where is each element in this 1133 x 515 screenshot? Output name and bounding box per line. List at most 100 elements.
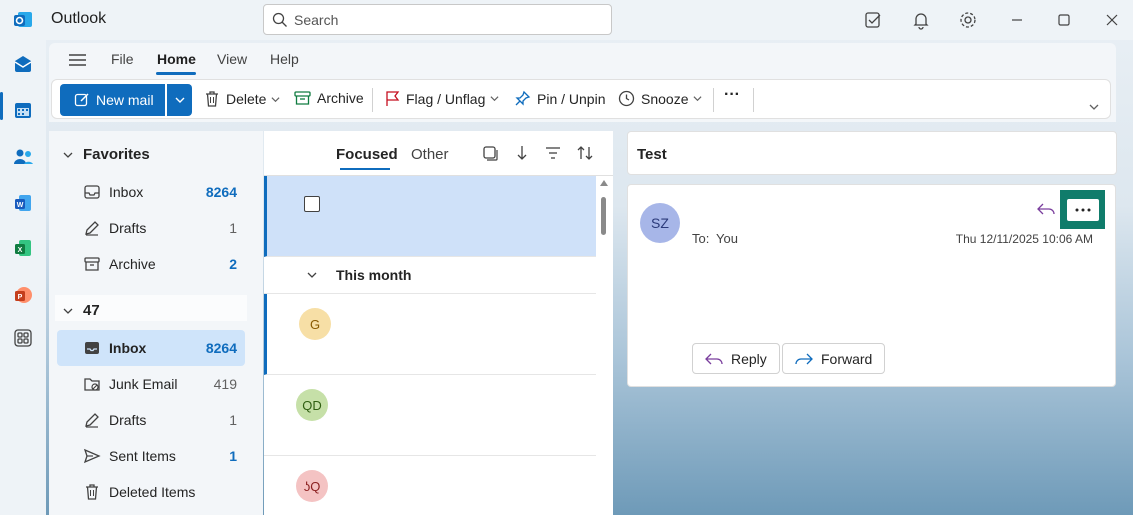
filter-icon[interactable] xyxy=(544,144,562,162)
new-mail-dropdown[interactable] xyxy=(167,84,192,116)
trash-icon xyxy=(206,91,218,107)
message-date: Thu 12/11/2025 10:06 AM xyxy=(955,232,1093,246)
message-item[interactable]: QD xyxy=(264,375,596,456)
account-inbox[interactable]: Inbox 8264 xyxy=(57,330,245,366)
menu-tab-help[interactable]: Help xyxy=(270,51,299,67)
new-mail-button[interactable]: New mail xyxy=(60,84,165,116)
message-list-header: Focused Other xyxy=(264,131,613,176)
favorites-archive[interactable]: Archive 2 xyxy=(57,246,245,282)
menu-tab-file[interactable]: File xyxy=(111,51,134,67)
powerpoint-app-icon[interactable]: P xyxy=(8,280,38,310)
search-input[interactable] xyxy=(294,11,594,28)
toolbar-divider xyxy=(372,88,373,112)
settings-gear-icon[interactable] xyxy=(957,9,979,31)
chevron-down-icon xyxy=(271,96,280,102)
folder-name: Deleted Items xyxy=(109,484,196,500)
account-junk-email[interactable]: Junk Email 419 xyxy=(57,366,245,402)
trash-icon xyxy=(86,484,98,500)
maximize-icon[interactable] xyxy=(1053,9,1075,31)
recipient[interactable]: You xyxy=(716,231,738,246)
tab-focused[interactable]: Focused xyxy=(336,146,398,163)
more-apps-icon[interactable] xyxy=(8,323,38,353)
section-header-this-month[interactable]: This month xyxy=(264,257,596,294)
item-count: 419 xyxy=(213,376,237,392)
more-horizontal-icon xyxy=(1075,208,1090,211)
unread-count: 8264 xyxy=(205,340,237,356)
expand-ribbon-chevron-icon[interactable] xyxy=(1089,102,1099,112)
subject-header: Test xyxy=(627,131,1117,175)
folder-name: Drafts xyxy=(109,220,147,236)
excel-app-icon[interactable]: X xyxy=(8,233,38,263)
unread-count: 8264 xyxy=(205,184,237,200)
search-box[interactable] xyxy=(263,4,612,35)
hamburger-menu-icon[interactable] xyxy=(69,53,86,67)
search-icon xyxy=(272,12,287,27)
jump-to-icon[interactable] xyxy=(512,144,530,162)
word-app-icon[interactable]: W xyxy=(8,188,38,218)
scroll-up-arrow-icon[interactable] xyxy=(600,180,608,186)
archive-button[interactable]: Archive xyxy=(294,90,364,106)
sender-avatar: QD xyxy=(296,389,328,421)
flag-icon xyxy=(386,91,400,106)
message-item-selected[interactable] xyxy=(264,176,596,257)
reply-arrow-icon[interactable] xyxy=(1036,201,1056,217)
item-count: 1 xyxy=(229,220,237,236)
message-checkbox[interactable] xyxy=(304,196,320,212)
folder-pane: Favorites Inbox 8264 Drafts 1 Archive 2 … xyxy=(49,131,263,515)
svg-text:X: X xyxy=(18,247,23,254)
sender-avatar[interactable]: SZ xyxy=(640,203,680,243)
favorites-label: Favorites xyxy=(83,146,150,163)
my-day-icon[interactable] xyxy=(862,9,884,31)
favorites-drafts[interactable]: Drafts 1 xyxy=(57,210,245,246)
forward-button[interactable]: Forward xyxy=(782,343,886,374)
notifications-bell-icon[interactable] xyxy=(910,9,932,31)
account-header[interactable]: 47 xyxy=(63,302,100,319)
outlook-logo-icon xyxy=(14,12,32,27)
message-item[interactable]: G xyxy=(264,294,596,375)
mail-app-icon[interactable] xyxy=(8,49,38,79)
send-icon xyxy=(83,448,101,464)
scroll-thumb[interactable] xyxy=(601,197,606,235)
account-sent-items[interactable]: Sent Items 1 xyxy=(57,438,245,474)
snooze-button[interactable]: Snooze xyxy=(618,90,708,107)
menu-tab-home[interactable]: Home xyxy=(157,51,196,67)
archive-label: Archive xyxy=(317,90,364,106)
reply-button[interactable]: Reply xyxy=(692,343,780,374)
account-drafts[interactable]: Drafts 1 xyxy=(57,402,245,438)
folder-name: Archive xyxy=(109,256,156,272)
delete-button[interactable]: Delete xyxy=(204,90,286,108)
ribbon: File Home View Help New mail Delete Arch… xyxy=(49,43,1116,122)
archive-icon xyxy=(294,91,311,105)
sort-icon[interactable] xyxy=(576,144,594,162)
chevron-down-icon xyxy=(693,96,702,102)
favorites-inbox[interactable]: Inbox 8264 xyxy=(57,174,245,210)
flag-label: Flag / Unflag xyxy=(406,90,486,107)
select-mode-icon[interactable] xyxy=(481,144,499,162)
snooze-label: Snooze xyxy=(641,90,689,107)
message-item[interactable]: ʖQ xyxy=(264,456,596,515)
clock-icon xyxy=(618,90,635,107)
pin-unpin-button[interactable]: Pin / Unpin xyxy=(514,90,605,107)
more-options-button[interactable]: ··· xyxy=(724,86,740,104)
message-list: Focused Other This month G QD ʖQ xyxy=(264,131,613,515)
calendar-app-icon[interactable] xyxy=(8,95,38,125)
message-list-scrollbar[interactable] xyxy=(598,176,610,515)
pin-label: Pin / Unpin xyxy=(537,90,606,107)
close-icon[interactable] xyxy=(1101,9,1123,31)
drafts-pencil-icon xyxy=(85,413,99,428)
chevron-down-icon xyxy=(63,308,73,314)
to-label: To: xyxy=(692,231,710,246)
people-app-icon[interactable] xyxy=(8,142,38,172)
menu-tab-view[interactable]: View xyxy=(217,51,247,67)
tab-other[interactable]: Other xyxy=(411,146,449,163)
reply-arrow-icon xyxy=(705,353,723,364)
item-count: 1 xyxy=(229,412,237,428)
minimize-icon[interactable] xyxy=(1006,9,1028,31)
account-deleted-items[interactable]: Deleted Items xyxy=(57,474,245,510)
active-tab-underline xyxy=(156,72,196,75)
svg-text:W: W xyxy=(17,202,24,209)
flag-unflag-button[interactable]: Flag / Unflag xyxy=(385,90,505,107)
favorites-header[interactable]: Favorites xyxy=(63,146,150,163)
new-mail-label: New mail xyxy=(96,92,154,108)
more-actions-button[interactable] xyxy=(1060,190,1105,229)
